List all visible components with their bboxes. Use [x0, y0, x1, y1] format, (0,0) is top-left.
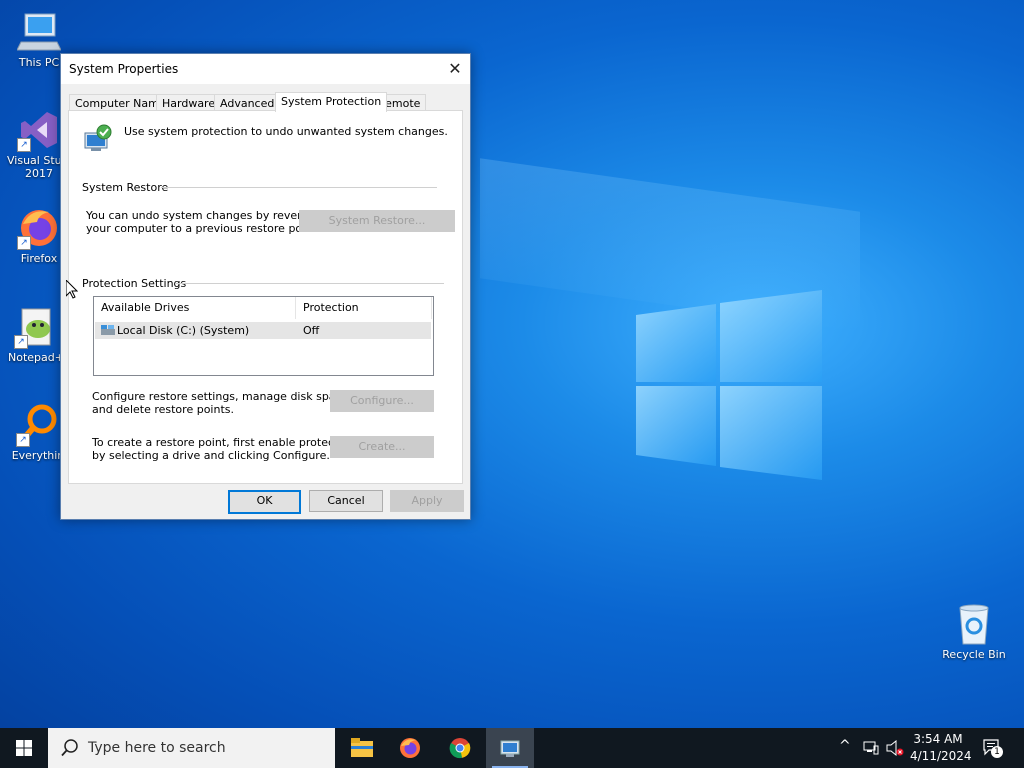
- windows-logo-wallpaper: [636, 290, 822, 480]
- configure-description: Configure restore settings, manage disk …: [92, 390, 352, 416]
- windows-start-icon: [16, 740, 32, 756]
- everything-search-icon: ↗: [16, 403, 60, 447]
- system-properties-icon: [500, 740, 520, 757]
- system-restore-button[interactable]: System Restore...: [299, 210, 455, 232]
- apply-button[interactable]: Apply: [390, 490, 464, 512]
- clock-time[interactable]: 3:54 AM: [910, 732, 966, 746]
- computer-icon: [16, 10, 62, 54]
- desktop-icon-notepad-plus-plus[interactable]: ↗ Notepad+: [4, 305, 68, 364]
- ok-button[interactable]: OK: [228, 490, 301, 514]
- shortcut-arrow-icon: ↗: [17, 138, 31, 152]
- system-properties-dialog: System Properties ✕ Computer Name Hardwa…: [60, 53, 471, 520]
- system-restore-group-label: System Restore: [82, 181, 169, 194]
- taskbar-chrome[interactable]: [436, 728, 484, 768]
- taskbar: Type here to search ^ 3:54 AM 4/11/2024 …: [0, 728, 1024, 768]
- drive-protection-status: Off: [303, 324, 320, 337]
- protection-settings-group-label: Protection Settings: [82, 277, 187, 290]
- search-placeholder: Type here to search: [88, 740, 226, 756]
- intro-text: Use system protection to undo unwanted s…: [124, 125, 448, 138]
- start-button[interactable]: [0, 728, 48, 768]
- column-protection[interactable]: Protection: [296, 297, 432, 319]
- column-available-drives[interactable]: Available Drives: [94, 297, 296, 319]
- close-button[interactable]: ✕: [440, 54, 470, 84]
- folder-icon: [351, 738, 373, 757]
- drives-list-header: Available Drives Protection: [94, 297, 433, 319]
- show-hidden-icons-chevron-icon[interactable]: ^: [839, 738, 851, 754]
- firefox-icon: ↗: [17, 206, 61, 250]
- taskbar-file-explorer[interactable]: [338, 728, 386, 768]
- taskbar-firefox[interactable]: [386, 728, 434, 768]
- drives-list[interactable]: Available Drives Protection Local Disk (…: [93, 296, 434, 376]
- mouse-cursor-icon: [66, 280, 78, 299]
- configure-button[interactable]: Configure...: [330, 390, 434, 412]
- shortcut-arrow-icon: ↗: [17, 236, 31, 250]
- local-disk-icon: [101, 325, 115, 335]
- tab-system-protection[interactable]: System Protection: [275, 92, 388, 112]
- firefox-icon: [400, 738, 420, 758]
- recycle-bin-icon: [952, 602, 996, 646]
- notification-count-badge: 1: [991, 746, 1003, 758]
- dialog-titlebar[interactable]: System Properties ✕: [61, 54, 470, 84]
- drive-name: Local Disk (C:) (System): [117, 324, 250, 337]
- system-protection-icon: [84, 124, 112, 151]
- cancel-button[interactable]: Cancel: [309, 490, 383, 512]
- volume-muted-icon[interactable]: [886, 740, 904, 756]
- search-icon: [61, 739, 78, 757]
- notepad-plus-plus-icon: ↗: [14, 305, 58, 349]
- taskbar-search-box[interactable]: Type here to search: [48, 728, 335, 768]
- shortcut-arrow-icon: ↗: [16, 433, 30, 447]
- group-divider: [161, 187, 437, 188]
- close-icon: ✕: [448, 59, 462, 78]
- clock-date[interactable]: 4/11/2024: [910, 749, 972, 763]
- visual-studio-icon: ↗: [17, 108, 61, 152]
- create-description: To create a restore point, first enable …: [92, 436, 356, 462]
- system-restore-description: You can undo system changes by reverting…: [86, 209, 323, 235]
- network-icon[interactable]: [863, 740, 879, 756]
- taskbar-system-properties[interactable]: [486, 728, 534, 768]
- dialog-title: System Properties: [69, 62, 179, 76]
- system-protection-panel: Use system protection to undo unwanted s…: [68, 110, 463, 484]
- chrome-icon: [449, 738, 471, 759]
- create-button[interactable]: Create...: [330, 436, 434, 458]
- shortcut-arrow-icon: ↗: [14, 335, 28, 349]
- group-divider: [176, 283, 444, 284]
- desktop-icon-recycle-bin[interactable]: Recycle Bin: [942, 602, 1006, 661]
- table-row[interactable]: Local Disk (C:) (System) Off: [95, 322, 431, 339]
- action-center-button[interactable]: 1: [982, 738, 1006, 760]
